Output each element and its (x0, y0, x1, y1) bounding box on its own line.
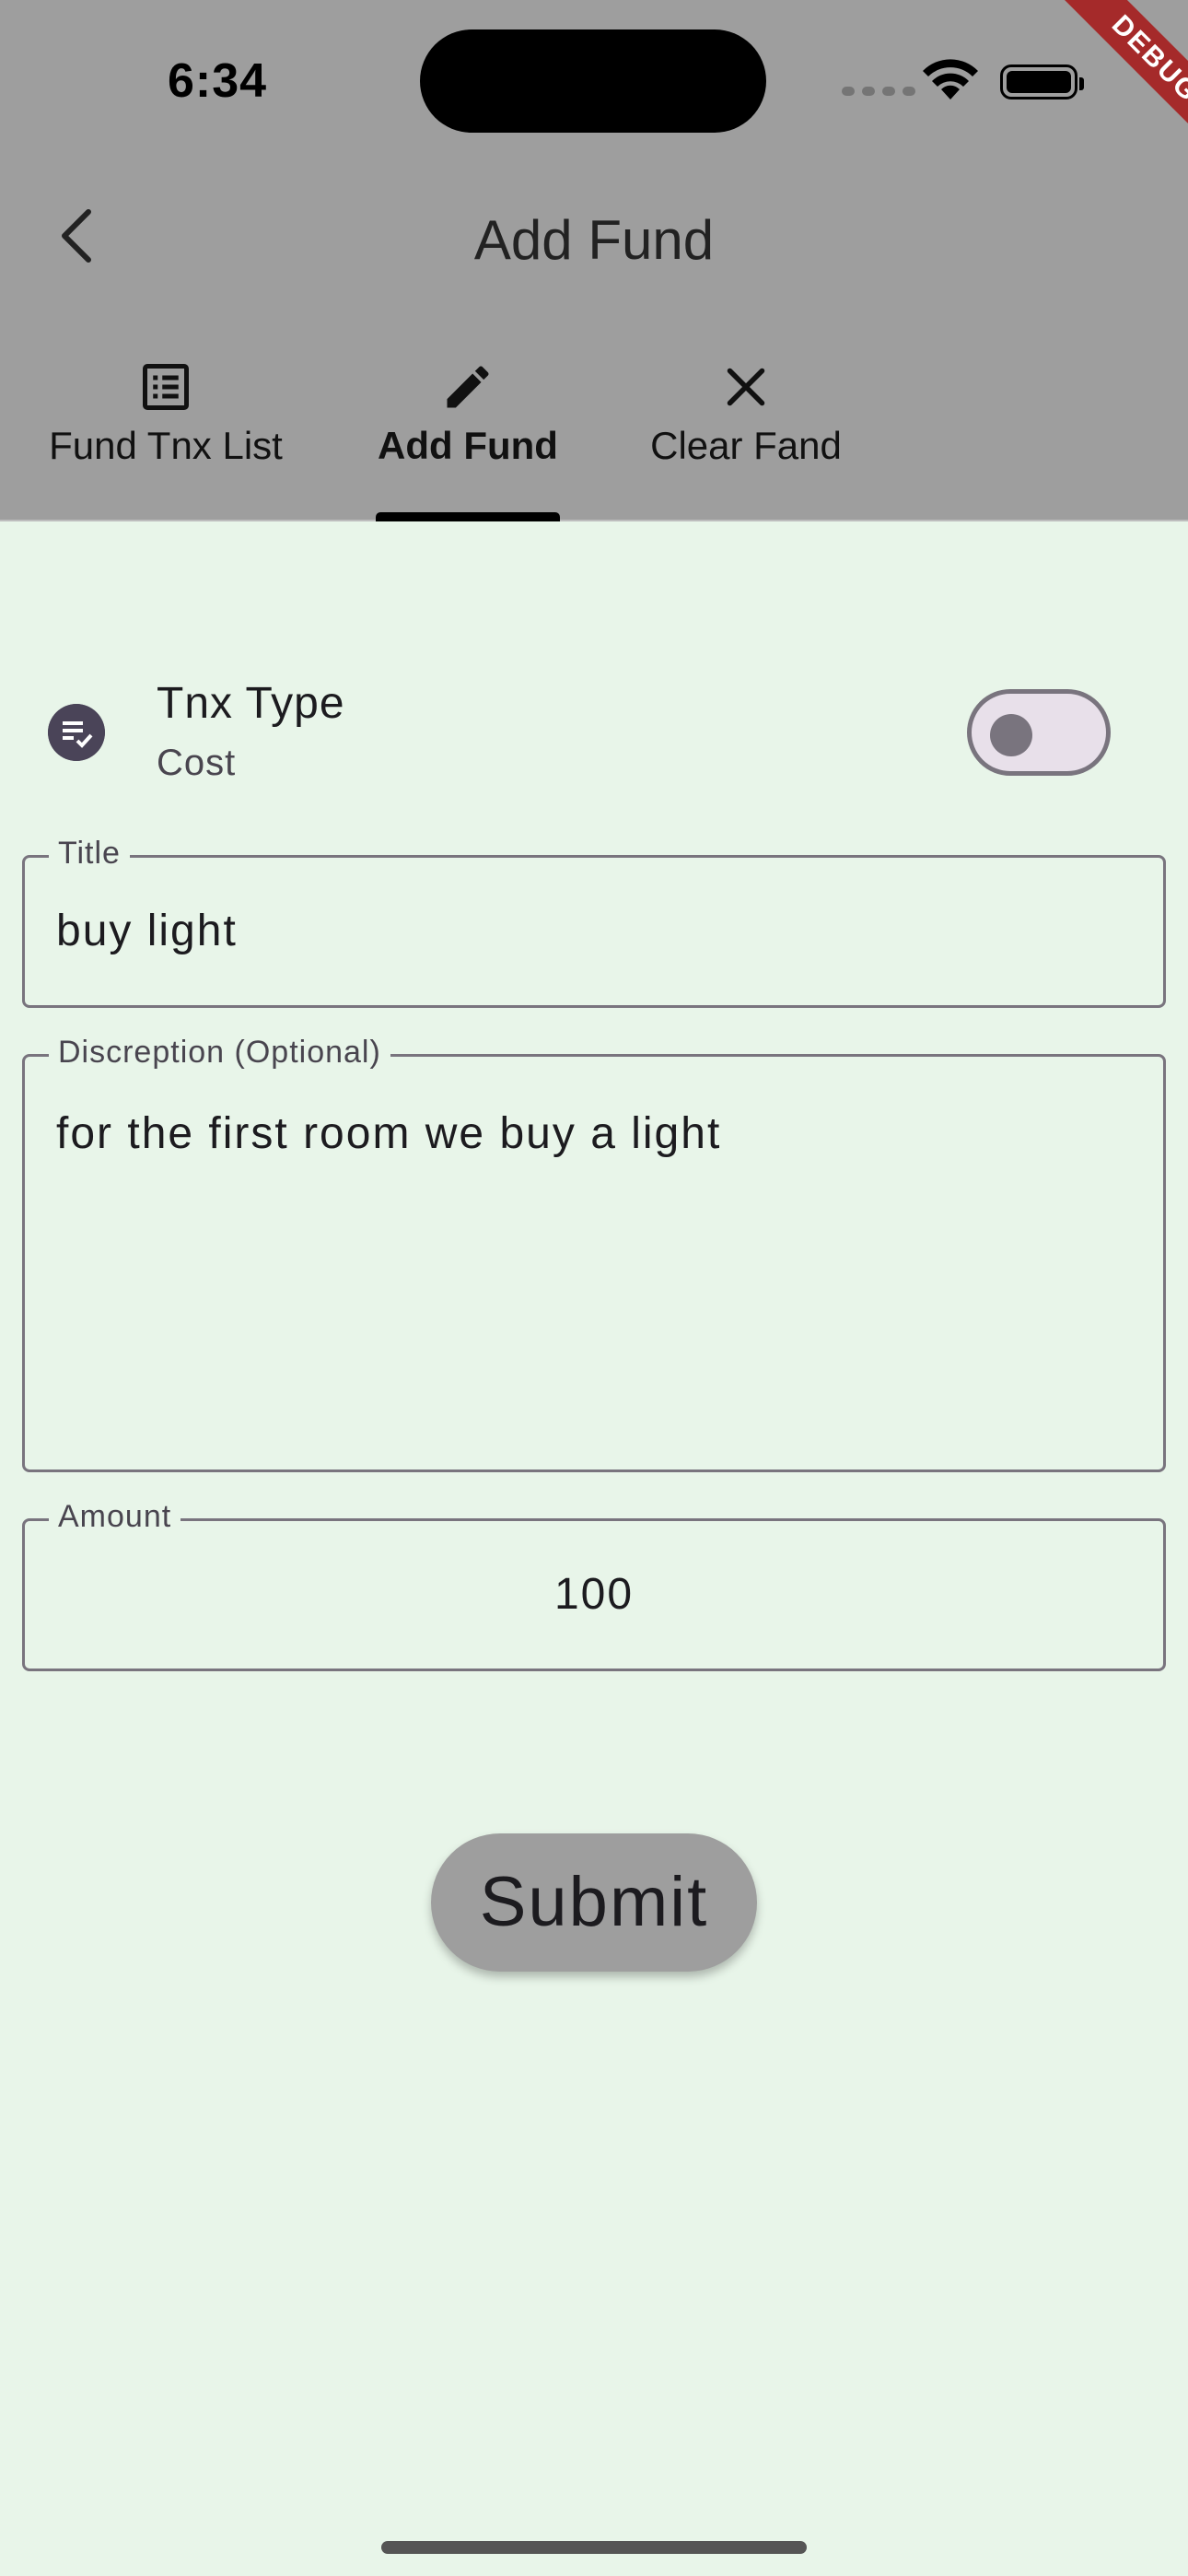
tnx-type-switch[interactable] (967, 689, 1111, 776)
tnx-type-value: Cost (157, 743, 237, 783)
edit-pencil-icon (447, 366, 489, 408)
status-time: 6:34 (168, 54, 268, 108)
description-field[interactable]: Discreption (Optional) for the first roo… (22, 1035, 1166, 1472)
cellular-signal-icon (842, 87, 915, 96)
active-tab-indicator (376, 512, 560, 521)
amount-field-label: Amount (49, 1499, 181, 1535)
switch-thumb (990, 714, 1032, 756)
dynamic-island (420, 29, 766, 133)
battery-icon (1000, 64, 1084, 100)
tnx-type-title: Tnx Type (157, 679, 345, 728)
close-icon (727, 368, 765, 406)
page-title: Add Fund (473, 209, 715, 271)
tab-fund-tnx-list[interactable]: Fund Tnx List (37, 359, 295, 521)
description-field-label: Discreption (Optional) (49, 1035, 390, 1071)
title-field-value: buy light (56, 907, 238, 955)
submit-button[interactable]: Submit (431, 1833, 757, 1972)
amount-field-value: 100 (553, 1570, 635, 1619)
app-header: 6:34 DEBUG Add Fund Fund Tnx List Add Fu… (0, 0, 1188, 521)
title-field-label: Title (49, 836, 130, 872)
tab-label: Clear Fand (650, 424, 842, 467)
wifi-icon (923, 59, 978, 100)
tab-label: Fund Tnx List (49, 424, 283, 467)
amount-field[interactable]: Amount 100 (22, 1499, 1166, 1671)
tab-add-fund[interactable]: Add Fund (367, 359, 569, 521)
title-field[interactable]: Title buy light (22, 836, 1166, 1008)
checklist-icon (48, 704, 105, 761)
description-field-value: for the first room we buy a light (56, 1109, 722, 1158)
add-fund-screen: 6:34 DEBUG Add Fund Fund Tnx List Add Fu… (0, 0, 1188, 2576)
home-indicator[interactable] (381, 2541, 807, 2554)
list-alt-icon (143, 364, 189, 410)
tab-clear-fand[interactable]: Clear Fand (635, 359, 856, 521)
tab-label: Add Fund (378, 424, 558, 467)
